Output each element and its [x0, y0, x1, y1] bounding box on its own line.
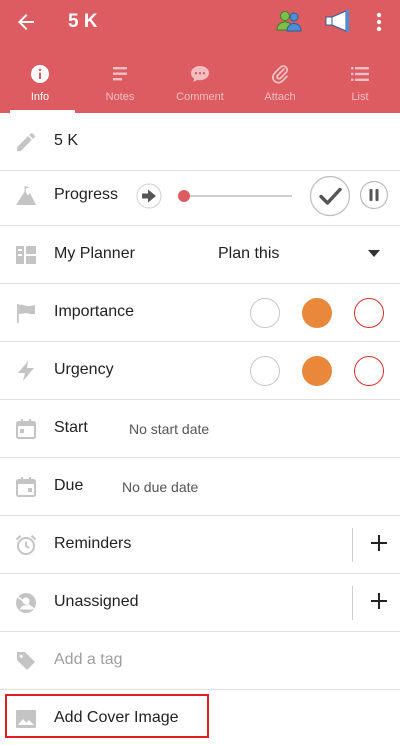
tag-input-placeholder[interactable]: Add a tag — [54, 651, 123, 669]
chevron-down-icon[interactable] — [368, 250, 380, 258]
flag-icon — [17, 304, 35, 323]
importance-high-option[interactable] — [354, 298, 384, 328]
back-arrow-icon[interactable] — [14, 10, 38, 34]
megaphone-icon[interactable] — [324, 9, 350, 33]
start-label: Start — [54, 419, 88, 436]
calendar-due-icon — [16, 477, 36, 497]
divider — [352, 586, 353, 620]
team-members-icon[interactable] — [276, 9, 302, 33]
mountain-flag-icon — [16, 186, 36, 205]
planner-label: My Planner — [54, 245, 135, 262]
tag-row[interactable]: Add a tag — [0, 632, 400, 690]
urgency-low-option[interactable] — [250, 356, 280, 386]
due-date-row[interactable]: Due No due date — [0, 458, 400, 516]
start-progress-icon[interactable] — [136, 183, 162, 209]
tab-list[interactable]: List — [320, 58, 400, 113]
tag-icon — [17, 652, 35, 670]
tab-label: Attach — [264, 91, 296, 103]
progress-slider-track[interactable] — [184, 195, 292, 197]
planner-grid-icon — [16, 246, 36, 264]
start-date-row[interactable]: Start No start date — [0, 400, 400, 458]
divider — [352, 528, 353, 562]
assignee-row: Unassigned — [0, 574, 400, 632]
reminders-label: Reminders — [54, 535, 132, 552]
tab-notes[interactable]: Notes — [80, 58, 160, 113]
tab-attach[interactable]: Attach — [240, 58, 320, 113]
tab-info[interactable]: Info — [0, 58, 80, 113]
tab-label: Info — [30, 91, 50, 103]
importance-label: Importance — [54, 303, 135, 320]
calendar-start-icon — [16, 419, 36, 439]
highlight-box — [5, 694, 209, 738]
urgency-medium-option[interactable] — [302, 356, 332, 386]
task-name[interactable]: 5 K — [54, 132, 78, 150]
tab-bar: Info Notes Comment Attach List — [0, 58, 400, 113]
task-detail-screen: 5 K Info Notes Comment Attach List 5 K P… — [0, 0, 400, 745]
pencil-icon — [17, 133, 35, 151]
pause-icon[interactable] — [359, 180, 389, 210]
tab-label: Comment — [176, 91, 224, 103]
unassigned-user-icon — [16, 593, 36, 613]
page-title: 5 K — [68, 11, 98, 32]
alarm-clock-icon — [15, 534, 37, 555]
progress-row: Progress — [0, 167, 400, 226]
add-reminder-icon[interactable] — [369, 533, 389, 553]
info-icon — [31, 65, 49, 83]
urgency-high-option[interactable] — [354, 356, 384, 386]
progress-slider-handle[interactable] — [178, 190, 190, 202]
importance-row: Importance — [0, 284, 400, 342]
app-header: 5 K Info Notes Comment Attach List — [0, 0, 400, 113]
tab-label: Notes — [105, 91, 135, 103]
lightning-icon — [18, 361, 34, 381]
more-vert-icon[interactable] — [372, 10, 386, 34]
due-label: Due — [54, 477, 84, 494]
urgency-row: Urgency — [0, 342, 400, 400]
planner-row[interactable]: My Planner Plan this — [0, 226, 400, 284]
reminders-row: Reminders — [0, 516, 400, 574]
planner-dropdown-value[interactable]: Plan this — [218, 245, 279, 263]
urgency-label: Urgency — [54, 361, 114, 378]
top-bar: 5 K — [0, 0, 400, 44]
tab-comment[interactable]: Comment — [160, 58, 240, 113]
list-icon — [351, 67, 369, 81]
start-date-value[interactable]: No start date — [129, 421, 209, 437]
paperclip-icon — [272, 65, 289, 84]
importance-low-option[interactable] — [250, 298, 280, 328]
comment-icon — [191, 66, 209, 82]
due-date-value[interactable]: No due date — [122, 479, 198, 495]
assignee-label: Unassigned — [54, 593, 139, 610]
notes-icon — [113, 67, 127, 81]
progress-label: Progress — [54, 186, 119, 203]
tab-label: List — [351, 91, 369, 103]
task-name-row[interactable]: 5 K — [0, 113, 400, 171]
complete-check-icon[interactable] — [309, 175, 351, 217]
importance-medium-option[interactable] — [302, 298, 332, 328]
add-assignee-icon[interactable] — [369, 591, 389, 611]
